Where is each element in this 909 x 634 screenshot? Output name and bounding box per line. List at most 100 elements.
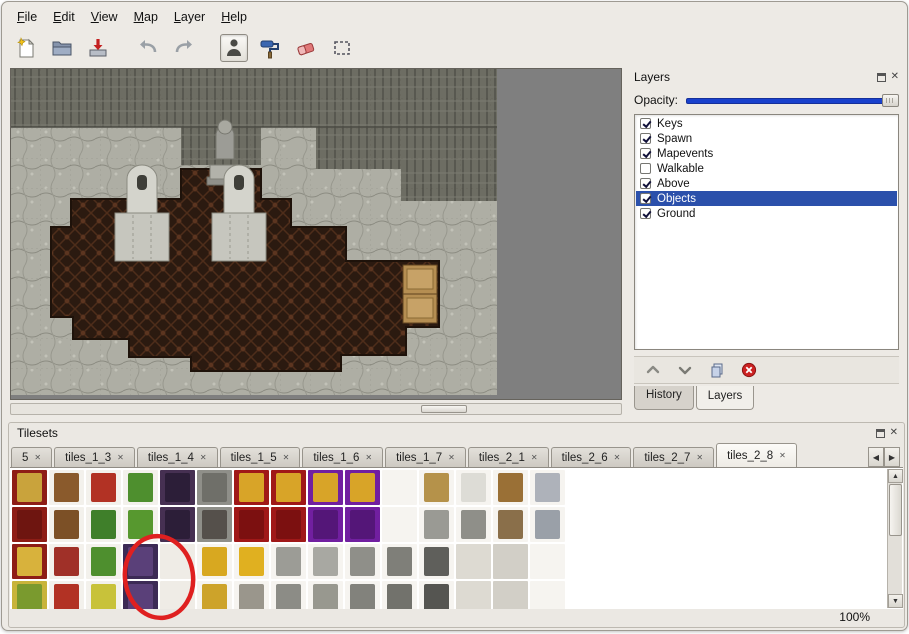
tileset-tab-tiles_2_6[interactable]: tiles_2_6✕	[551, 447, 632, 467]
tile-purple-door-bottom[interactable]	[123, 581, 158, 609]
scrollbar-thumb[interactable]	[889, 484, 902, 536]
layer-row-mapevents[interactable]: Mapevents	[636, 146, 897, 161]
menu-view[interactable]: View	[84, 8, 125, 26]
tile-gold-banner[interactable]	[12, 581, 47, 609]
tile-gold-pot[interactable]	[49, 581, 84, 609]
tab-close-icon[interactable]: ✕	[34, 453, 41, 462]
tile-eagle-statue[interactable]	[493, 507, 528, 542]
tab-scroll-left-icon[interactable]: ◀	[868, 447, 884, 467]
layer-row-spawn[interactable]: Spawn	[636, 131, 897, 146]
layer-visibility-checkbox[interactable]	[640, 118, 651, 129]
tile-rock-pile[interactable]	[234, 581, 269, 609]
tile-red-throne-top-left[interactable]	[234, 470, 269, 505]
map-horizontal-scrollbar[interactable]	[10, 403, 622, 415]
move-layer-up-button[interactable]	[644, 361, 662, 379]
tileset-grid[interactable]	[12, 470, 565, 609]
tab-close-icon[interactable]: ✕	[779, 451, 786, 460]
layer-visibility-checkbox[interactable]	[640, 178, 651, 189]
select-tool-button[interactable]	[328, 34, 356, 62]
tile-gray-slab-2[interactable]	[493, 544, 528, 579]
layer-visibility-checkbox[interactable]	[640, 163, 651, 174]
tab-close-icon[interactable]: ✕	[696, 453, 703, 462]
tile-knight-armor-top[interactable]	[530, 470, 565, 505]
layer-row-objects[interactable]: Objects	[636, 191, 897, 206]
menu-layer[interactable]: Layer	[167, 8, 212, 26]
tile-book-stack[interactable]	[49, 544, 84, 579]
opacity-slider[interactable]	[686, 93, 899, 108]
tile-dark-monument-top[interactable]	[419, 544, 454, 579]
duplicate-layer-button[interactable]	[708, 361, 726, 379]
menu-help[interactable]: Help	[214, 8, 254, 26]
tile-spinning-wheel[interactable]	[49, 470, 84, 505]
tileset-tab-5[interactable]: 5✕	[11, 447, 52, 467]
layer-visibility-checkbox[interactable]	[640, 133, 651, 144]
dock-close-icon[interactable]: ✕	[890, 428, 898, 438]
tileset-tab-tiles_2_1[interactable]: tiles_2_1✕	[468, 447, 549, 467]
delete-layer-button[interactable]	[740, 361, 758, 379]
tab-close-icon[interactable]: ✕	[117, 453, 124, 462]
tile-gray-slab-4[interactable]	[493, 581, 528, 609]
tile-red-banner-top[interactable]	[12, 470, 47, 505]
tile-obelisk[interactable]	[419, 507, 454, 542]
layer-visibility-checkbox[interactable]	[640, 193, 651, 204]
tileset-tab-tiles_1_3[interactable]: tiles_1_3✕	[54, 447, 135, 467]
tile-red-banner-bottom[interactable]	[12, 507, 47, 542]
scroll-down-icon[interactable]: ▼	[888, 594, 903, 608]
eraser-tool-button[interactable]	[292, 34, 320, 62]
tile-blank[interactable]	[530, 581, 565, 609]
redo-button[interactable]	[170, 34, 198, 62]
tileset-content[interactable]: ▲ ▼	[10, 467, 903, 609]
layer-row-keys[interactable]: Keys	[636, 116, 897, 131]
tile-potted-plant[interactable]	[86, 507, 121, 542]
tab-close-icon[interactable]: ✕	[448, 453, 455, 462]
tileset-tab-tiles_1_7[interactable]: tiles_1_7✕	[385, 447, 466, 467]
tileset-vertical-scrollbar[interactable]: ▲ ▼	[887, 469, 902, 608]
tab-close-icon[interactable]: ✕	[531, 453, 538, 462]
tile-wood-dresser[interactable]	[493, 470, 528, 505]
tile-purple-throne-bottom-right[interactable]	[345, 507, 380, 542]
tile-dark-monument-base[interactable]	[419, 581, 454, 609]
scroll-up-icon[interactable]: ▲	[888, 469, 903, 483]
tab-close-icon[interactable]: ✕	[614, 453, 621, 462]
tab-close-icon[interactable]: ✕	[365, 453, 372, 462]
dock-float-icon[interactable]	[876, 429, 885, 438]
tile-stone-coffin[interactable]	[456, 507, 491, 542]
tileset-tab-tiles_1_6[interactable]: tiles_1_6✕	[302, 447, 383, 467]
new-file-button[interactable]	[12, 34, 40, 62]
tile-red-throne-bottom-right[interactable]	[271, 507, 306, 542]
tile-praying-statue-base[interactable]	[271, 581, 306, 609]
dock-tab-layers[interactable]: Layers	[696, 386, 755, 410]
tileset-tab-tiles_2_7[interactable]: tiles_2_7✕	[633, 447, 714, 467]
tile-red-banner-crest[interactable]	[12, 544, 47, 579]
tile-pale-slab[interactable]	[160, 544, 195, 579]
dock-close-icon[interactable]: ✕	[891, 72, 899, 82]
scrollbar-thumb[interactable]	[421, 405, 467, 413]
tile-gray-slab[interactable]	[456, 544, 491, 579]
stamp-tool-button[interactable]	[220, 34, 248, 62]
tab-close-icon[interactable]: ✕	[283, 453, 290, 462]
move-layer-down-button[interactable]	[676, 361, 694, 379]
tile-purple-throne-top-right[interactable]	[345, 470, 380, 505]
tile-gray-slab-3[interactable]	[456, 581, 491, 609]
tab-scroll-right-icon[interactable]: ▶	[884, 447, 900, 467]
tile-blank[interactable]	[382, 470, 417, 505]
tile-red-cushion[interactable]	[86, 470, 121, 505]
map-canvas[interactable]	[11, 69, 497, 395]
tile-purple-throne-bottom-left[interactable]	[308, 507, 343, 542]
tile-banana-plant[interactable]	[86, 581, 121, 609]
open-file-button[interactable]	[48, 34, 76, 62]
tile-pale-slab-2[interactable]	[160, 581, 195, 609]
layer-list[interactable]: KeysSpawnMapeventsWalkableAboveObjectsGr…	[634, 114, 899, 350]
tile-tall-plant[interactable]	[86, 544, 121, 579]
layer-visibility-checkbox[interactable]	[640, 208, 651, 219]
layer-row-above[interactable]: Above	[636, 176, 897, 191]
tile-stone-arch-top[interactable]	[197, 470, 232, 505]
tile-angel-statue-base[interactable]	[308, 581, 343, 609]
tile-blank[interactable]	[530, 544, 565, 579]
tile-praying-statue-top[interactable]	[271, 544, 306, 579]
menu-map[interactable]: Map	[127, 8, 165, 26]
opacity-slider-handle[interactable]	[882, 94, 899, 107]
opacity-slider-track[interactable]	[686, 98, 897, 104]
tile-blank[interactable]	[382, 507, 417, 542]
tileset-tab-tiles_1_5[interactable]: tiles_1_5✕	[220, 447, 301, 467]
